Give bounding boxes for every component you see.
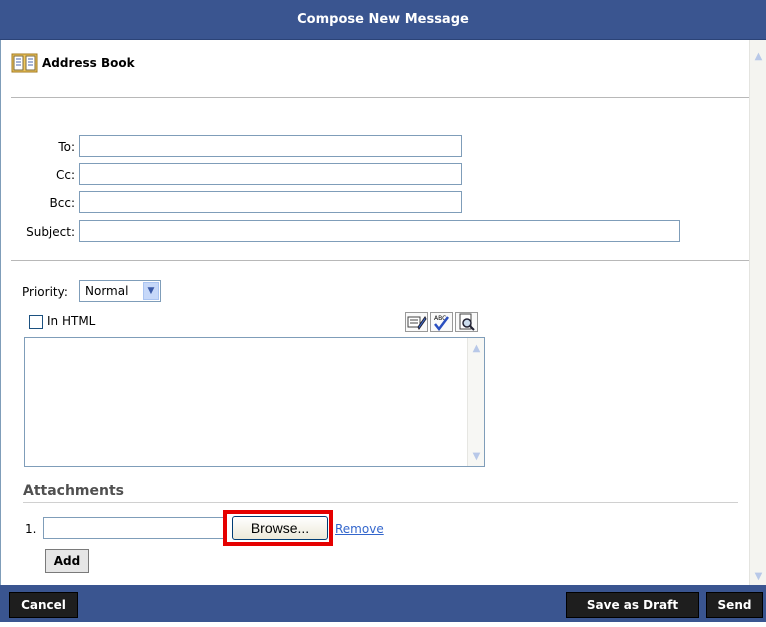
address-book-link[interactable]: Address Book [11, 52, 135, 74]
bcc-label: Bcc: [49, 196, 75, 210]
subject-field[interactable] [79, 220, 680, 242]
attachment-file-input[interactable] [43, 517, 225, 539]
message-scrollbar[interactable]: ▲ ▼ [467, 338, 484, 466]
attachments-divider [23, 502, 738, 503]
attachments-heading: Attachments [23, 483, 125, 499]
to-label: To: [58, 140, 75, 154]
scroll-down-icon[interactable]: ▼ [752, 570, 765, 583]
attachment-number: 1. [25, 522, 37, 536]
address-book-label: Address Book [42, 56, 135, 70]
add-button[interactable]: Add [45, 549, 89, 573]
cc-label: Cc: [55, 168, 75, 182]
divider [11, 260, 749, 261]
chevron-down-icon[interactable]: ▼ [143, 282, 159, 300]
footer-bar: Cancel Save as Draft Send [0, 585, 766, 622]
scroll-up-icon[interactable]: ▲ [470, 342, 483, 355]
browse-button[interactable]: Browse... [232, 516, 328, 540]
editor-toolbar: ABC [405, 312, 480, 332]
priority-label: Priority: [22, 285, 68, 299]
title-bar: Compose New Message [0, 0, 766, 40]
in-html-checkbox[interactable] [29, 315, 43, 329]
bcc-field[interactable] [79, 191, 462, 213]
save-draft-button[interactable]: Save as Draft [566, 592, 699, 618]
compose-form: ▲ ▼ Address Book To: Cc: Bcc: Subject: P… [0, 40, 766, 585]
subject-label: Subject: [26, 225, 75, 239]
address-book-icon [11, 52, 38, 74]
form-scrollbar[interactable]: ▲ ▼ [749, 40, 766, 585]
divider [11, 97, 749, 98]
spellcheck-icon[interactable]: ABC [430, 312, 453, 332]
scroll-up-icon[interactable]: ▲ [752, 50, 765, 63]
edit-icon[interactable] [405, 312, 428, 332]
priority-value: Normal [85, 284, 129, 298]
remove-link[interactable]: Remove [335, 522, 384, 536]
cancel-button[interactable]: Cancel [9, 592, 78, 618]
send-button[interactable]: Send [706, 592, 763, 618]
scroll-down-icon[interactable]: ▼ [470, 450, 483, 463]
page-title: Compose New Message [297, 12, 469, 27]
to-field[interactable] [79, 135, 462, 157]
preview-icon[interactable] [455, 312, 478, 332]
message-body[interactable]: ▲ ▼ [24, 337, 485, 467]
cc-field[interactable] [79, 163, 462, 185]
priority-select[interactable]: Normal ▼ [79, 280, 161, 302]
in-html-label: In HTML [47, 314, 96, 328]
